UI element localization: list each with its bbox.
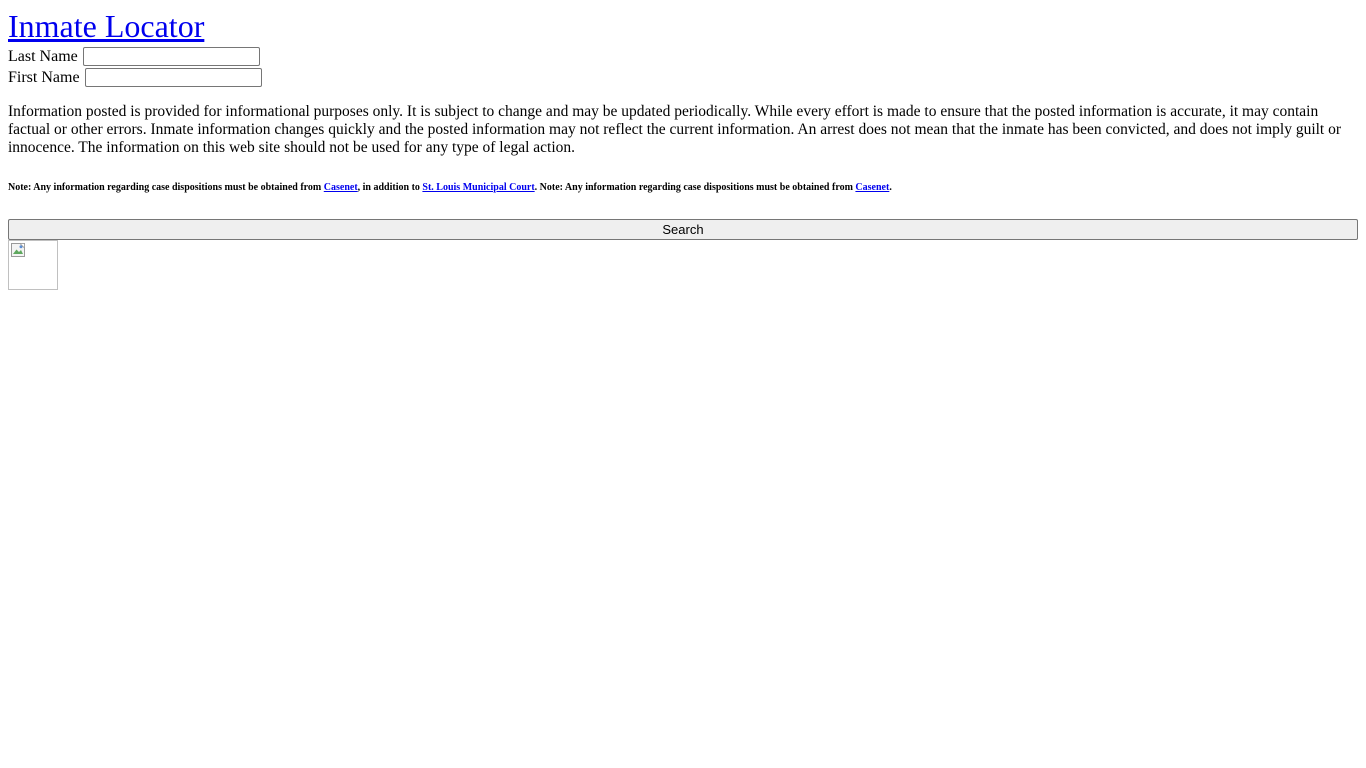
- note-prefix: Note: Any information regarding case dis…: [8, 182, 324, 193]
- casenet-link[interactable]: Casenet: [324, 182, 358, 193]
- page-body: Inmate Locator Last Name First Name Info…: [8, 8, 1358, 290]
- first-name-input[interactable]: [84, 67, 262, 87]
- note-suffix: .: [889, 182, 892, 193]
- image-placeholder-icon: [11, 243, 25, 257]
- inmate-locator-title-link[interactable]: Inmate Locator: [8, 8, 204, 45]
- last-name-row: Last Name: [8, 45, 1358, 66]
- broken-image-icon: [8, 240, 58, 290]
- note-middle-2: . Note: Any information regarding case d…: [534, 182, 856, 193]
- disclaimer-text: Information posted is provided for infor…: [8, 103, 1342, 156]
- last-name-input[interactable]: [82, 46, 260, 66]
- st-louis-municipal-court-link[interactable]: St. Louis Municipal Court: [422, 182, 534, 193]
- casenet-link-2[interactable]: Casenet: [855, 182, 889, 193]
- note-middle: , in addition to: [357, 182, 423, 193]
- search-button[interactable]: Search: [8, 219, 1358, 240]
- last-name-label: Last Name: [8, 47, 78, 65]
- case-disposition-note: Note: Any information regarding case dis…: [8, 182, 1358, 194]
- first-name-row: First Name: [8, 66, 1358, 87]
- first-name-label: First Name: [8, 68, 80, 86]
